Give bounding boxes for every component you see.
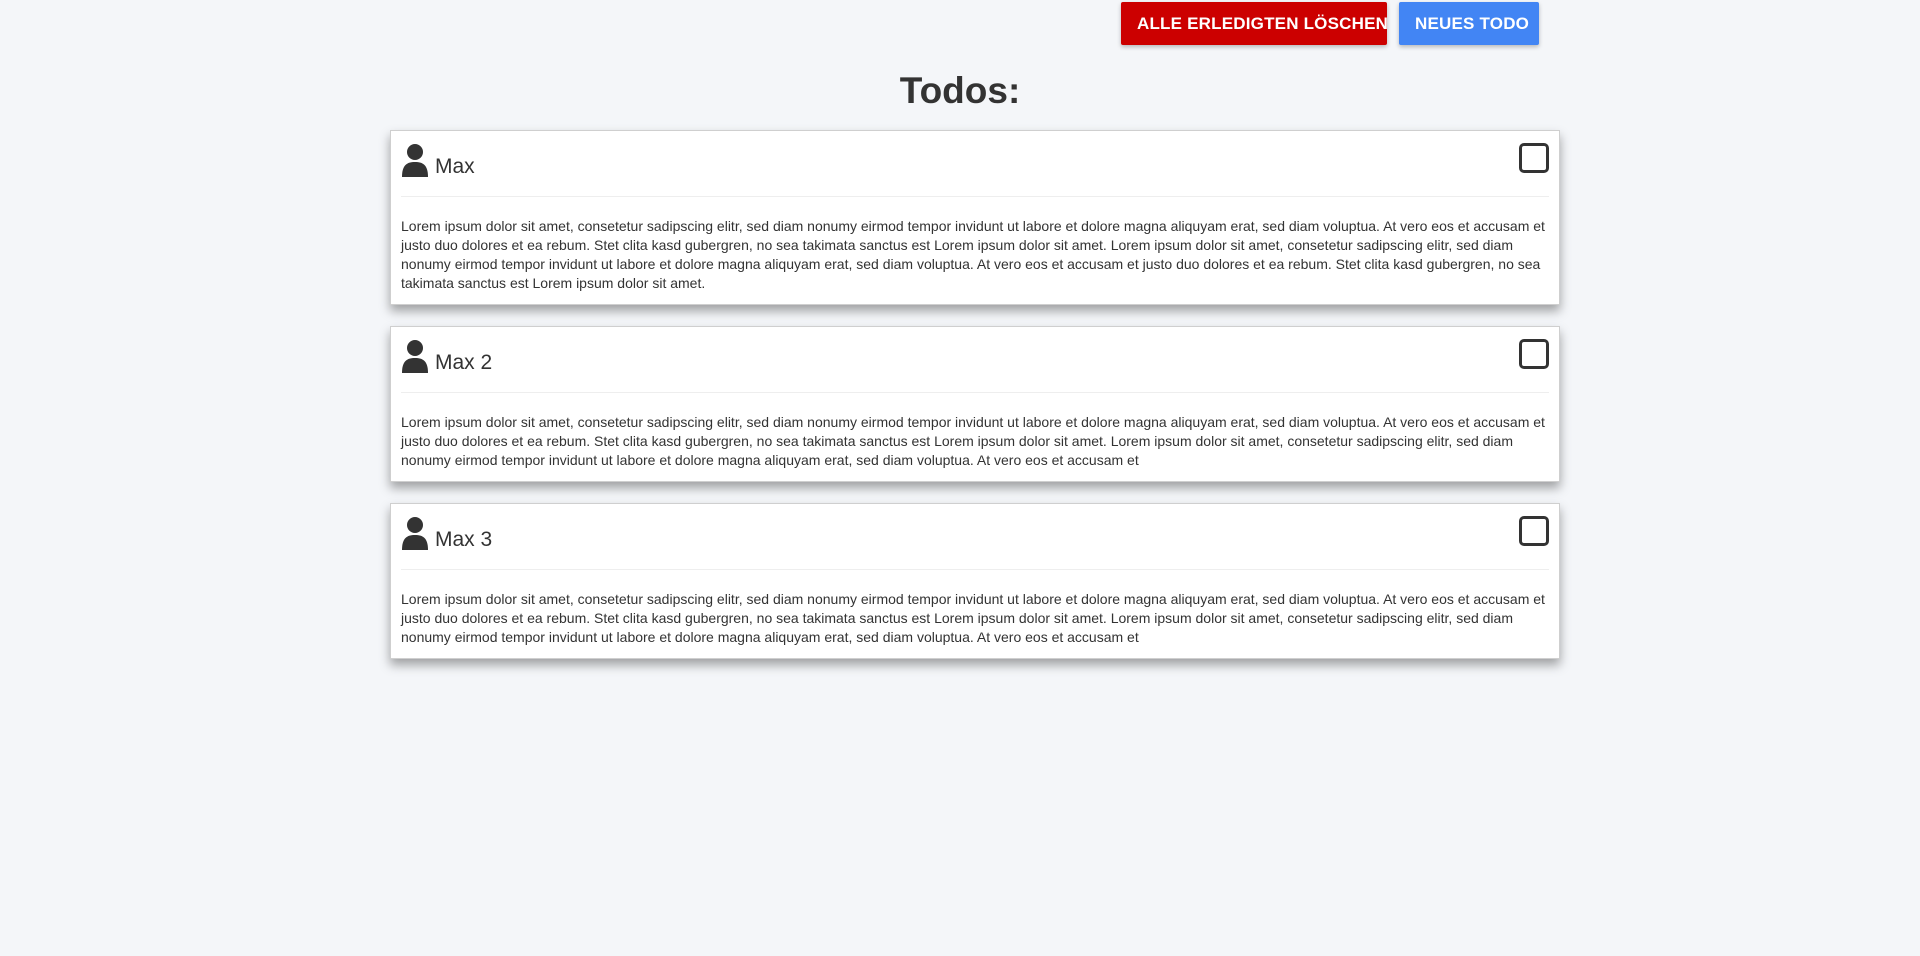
todo-card: Max 3 Lorem ipsum dolor sit amet, conset… xyxy=(390,503,1560,659)
todo-header: Max xyxy=(401,131,1549,197)
delete-completed-button[interactable]: ALLE ERLEDIGTEN LÖSCHEN xyxy=(1121,2,1388,45)
todo-header: Max 2 xyxy=(401,327,1549,393)
new-todo-button[interactable]: NEUES TODO xyxy=(1399,2,1539,45)
todo-text: Lorem ipsum dolor sit amet, consetetur s… xyxy=(401,218,1545,291)
todo-text: Lorem ipsum dolor sit amet, consetetur s… xyxy=(401,591,1545,645)
todo-header: Max 3 xyxy=(401,504,1549,570)
todo-list: Max Lorem ipsum dolor sit amet, consetet… xyxy=(390,130,1560,680)
user-icon xyxy=(402,143,428,177)
todo-done-checkbox[interactable] xyxy=(1519,516,1549,546)
page-title: Todos: xyxy=(899,70,1021,111)
todo-done-checkbox[interactable] xyxy=(1519,339,1549,369)
toolbar: ALLE ERLEDIGTEN LÖSCHEN NEUES TODO xyxy=(1121,2,1539,45)
todo-done-checkbox[interactable] xyxy=(1519,143,1549,173)
user-icon xyxy=(402,339,428,373)
todo-card: Max Lorem ipsum dolor sit amet, consetet… xyxy=(390,130,1560,305)
todo-card: Max 2 Lorem ipsum dolor sit amet, conset… xyxy=(390,326,1560,482)
todo-user-name: Max 2 xyxy=(435,350,493,374)
todo-user-name: Max 3 xyxy=(435,527,493,551)
user-icon xyxy=(402,516,428,550)
todo-text: Lorem ipsum dolor sit amet, consetetur s… xyxy=(401,414,1545,468)
todo-user-name: Max xyxy=(435,154,475,178)
